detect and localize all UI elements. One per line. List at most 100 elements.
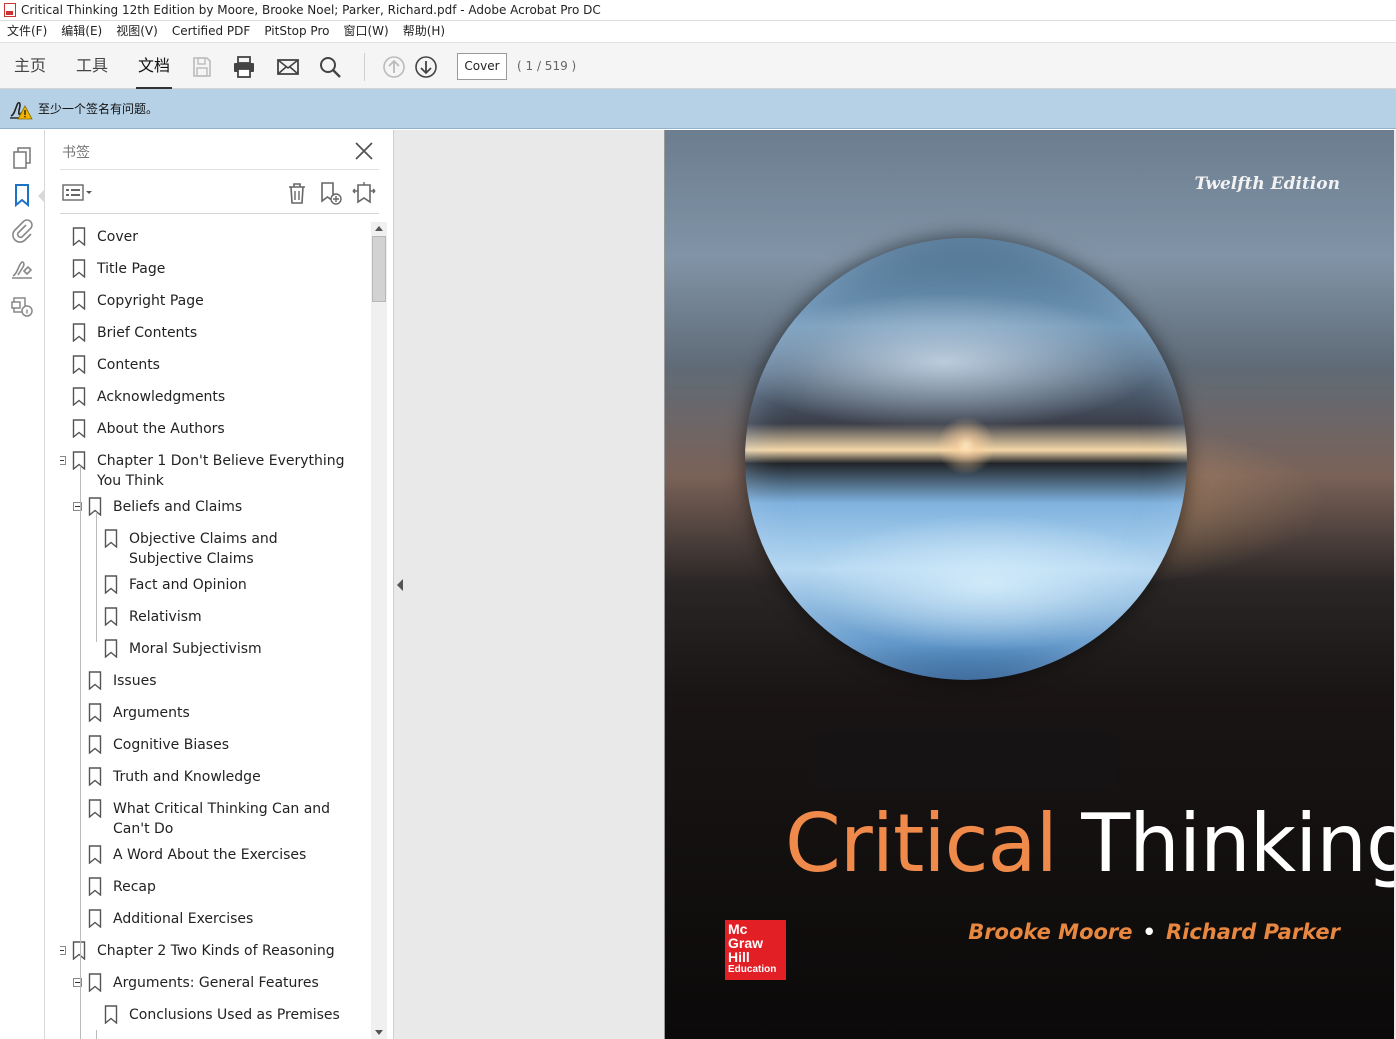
page-number-field[interactable]: Cover [457,53,507,80]
bookmark-label: Contents [97,357,160,373]
cover-title-critical: Critical [785,797,1058,890]
bookmark-item[interactable]: Fact and Opinion [104,575,351,595]
bookmark-item[interactable]: Brief Contents [72,323,351,343]
print-icon[interactable] [232,55,256,79]
bookmark-item[interactable]: Acknowledgments [72,387,351,407]
bookmark-label: Recap [113,879,156,895]
toolbar-divider [364,53,365,81]
next-page-icon[interactable] [414,55,438,79]
toolbar-tabs: 主页 工具 文档 [0,43,186,90]
tab-home[interactable]: 主页 [0,43,60,90]
bookmark-icon [72,291,86,310]
bookmark-item[interactable]: Truth and Knowledge [88,767,351,787]
bookmark-item[interactable]: Conclusions Used as Premises [104,1005,351,1025]
bookmark-label: Additional Exercises [113,911,254,927]
cover-edition: Twelfth Edition [1194,174,1340,194]
collapse-toggle-icon[interactable] [60,946,66,955]
tab-document[interactable]: 文档 [124,43,184,90]
scroll-down-arrow-icon[interactable] [375,1030,383,1035]
menubar: 文件(F) 编辑(E) 视图(V) Certified PDF PitStop … [0,21,1396,42]
bookmark-item[interactable]: Additional Exercises [88,909,351,929]
menu-window[interactable]: 窗口(W) [336,21,395,42]
menu-help[interactable]: 帮助(H) [396,21,452,42]
menu-pitstop-pro[interactable]: PitStop Pro [257,21,336,42]
pdf-page-cover: Twelfth Edition Critical Thinking Mc Gra… [664,130,1394,1039]
menu-edit[interactable]: 编辑(E) [54,21,109,42]
menu-file[interactable]: 文件(F) [0,21,54,42]
bookmark-label: Relativism [129,609,202,625]
glass-sphere-image [745,238,1187,680]
author-separator: • [1142,920,1156,944]
tree-guide-line [96,1030,97,1039]
bookmarks-icon[interactable] [10,183,44,208]
bookmark-item[interactable]: Recap [88,877,351,897]
collapse-toggle-icon[interactable] [60,456,66,465]
search-icon[interactable] [318,55,342,79]
bookmark-item[interactable]: Objective Claims and Subjective Claims [104,529,351,569]
bookmark-label: Moral Subjectivism [129,641,262,657]
bookmark-item[interactable]: Cognitive Biases [88,735,351,755]
bookmark-label: Truth and Knowledge [113,769,261,785]
bookmark-label: Issues [113,673,157,689]
signatures-icon[interactable] [10,257,34,281]
cover-author-2: Richard Parker [1165,920,1340,944]
bookmark-icon [72,323,86,342]
bookmark-label: Chapter 1 Don't Believe Everything You T… [97,453,345,489]
bookmark-icon [88,703,102,722]
bookmark-tree: Cover Title Page Copyright Page Brief Conte… [60,222,371,1039]
bookmark-item[interactable]: What Critical Thinking Can and Can't Do [88,799,351,839]
bookmark-label: What Critical Thinking Can and Can't Do [113,801,331,837]
menu-view[interactable]: 视图(V) [109,21,165,42]
menu-certified-pdf[interactable]: Certified PDF [165,21,258,42]
bookmark-label: Arguments: General Features [113,975,319,991]
bookmark-icon [88,845,102,864]
bookmark-item[interactable]: Contents [72,355,351,375]
collapse-panel-icon[interactable] [397,579,403,591]
options-menu-icon [62,184,92,201]
logo-line-2: Graw [728,935,764,951]
bookmark-icon [88,973,102,992]
bookmark-item[interactable]: About the Authors [72,419,351,439]
bookmark-item[interactable]: Beliefs and Claims [88,497,351,517]
bookmark-icon [72,419,86,438]
expand-bookmark-button[interactable] [351,180,377,206]
bookmark-label: About the Authors [97,421,225,437]
tree-guide-line [80,770,81,1010]
content-protection-icon[interactable] [10,294,34,318]
bookmark-icon [88,877,102,896]
bookmarks-scrollbar[interactable] [371,222,387,1039]
bookmark-options-button[interactable] [62,180,94,206]
scroll-up-arrow-icon[interactable] [375,226,383,231]
tab-tools[interactable]: 工具 [62,43,122,90]
document-view[interactable]: Twelfth Edition Critical Thinking Mc Gra… [394,130,1396,1039]
expand-bookmark-icon [352,182,376,204]
bookmark-item[interactable]: Chapter 2 Two Kinds of Reasoning [72,941,351,961]
bookmark-item[interactable]: Moral Subjectivism [104,639,351,659]
bookmark-label: Chapter 2 Two Kinds of Reasoning [97,943,335,959]
close-icon[interactable] [353,140,375,162]
bookmark-icon [104,639,118,658]
bookmark-item[interactable]: Issues [88,671,351,691]
page-thumbnails-icon[interactable] [10,146,34,170]
bookmark-item[interactable]: A Word About the Exercises [88,845,351,865]
bookmark-icon [72,355,86,374]
page-count: ( 1 / 519 ) [517,59,577,73]
bookmark-item[interactable]: Cover [72,227,351,247]
save-icon[interactable] [190,55,214,79]
bookmark-item[interactable]: Relativism [104,607,351,627]
navigation-rail [0,130,45,1039]
bookmark-icon [72,941,86,960]
bookmark-item[interactable]: Arguments: General Features [88,973,351,993]
scrollbar-thumb[interactable] [372,236,386,302]
bookmark-item[interactable]: Arguments [88,703,351,723]
bookmark-item[interactable]: Copyright Page [72,291,351,311]
main-toolbar: 主页 工具 文档 Cover ( 1 / 519 ) [0,42,1396,90]
bookmark-item[interactable]: Title Page [72,259,351,279]
attachments-icon[interactable] [10,219,34,243]
new-bookmark-button[interactable] [318,180,342,206]
bookmark-item[interactable]: Chapter 1 Don't Believe Everything You T… [72,451,351,491]
bookmark-icon [88,671,102,690]
previous-page-icon[interactable] [382,55,406,79]
email-icon[interactable] [276,55,300,79]
delete-bookmark-button[interactable] [286,180,308,206]
